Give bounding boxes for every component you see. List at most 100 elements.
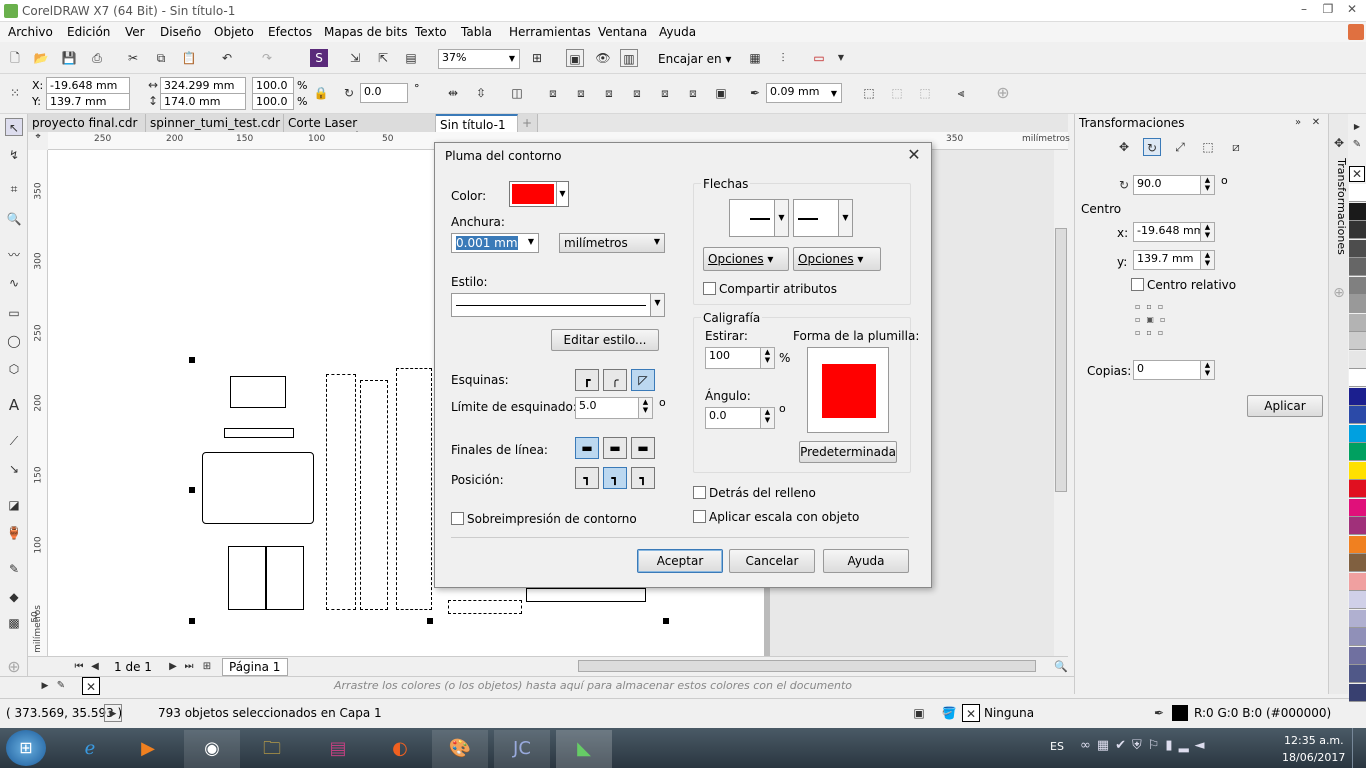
end-arrow-select[interactable]: ▼ (793, 199, 853, 237)
rotation-field[interactable]: 90.0 ▲ ▼ (1133, 175, 1215, 195)
palette-swatch[interactable] (1349, 221, 1366, 239)
language-indicator[interactable]: ES (1050, 740, 1064, 753)
overprint-checkbox[interactable] (451, 512, 464, 525)
snap-to-dropdown[interactable]: Encajar en ▾ (658, 52, 731, 66)
angle-field[interactable]: 0.0 ▲ ▼ (705, 407, 775, 429)
horizontal-scrollbar[interactable] (578, 660, 1036, 672)
corner-bevel-button[interactable]: ◸ (631, 369, 655, 391)
edit-style-button[interactable]: Editar estilo... (551, 329, 659, 351)
palette-swatch[interactable] (1349, 369, 1366, 387)
position-center-button[interactable]: ┓ (603, 467, 627, 489)
menu-herramientas[interactable]: Herramientas (509, 25, 591, 39)
scale-mode-icon[interactable]: ⤢ (1171, 138, 1189, 156)
dialog-close-icon[interactable]: ✕ (905, 146, 923, 164)
ie-icon[interactable]: ℯ (62, 730, 118, 768)
menu-tabla[interactable]: Tabla (461, 25, 492, 39)
x-position-field[interactable]: -19.648 mm (46, 77, 130, 94)
palette-scroll-up-icon[interactable]: ▶ (1348, 118, 1366, 136)
end-arrow-options-button[interactable]: Opciones ▾ (793, 247, 881, 271)
pick-tool-icon[interactable]: ↖ (5, 118, 23, 136)
launch-icon[interactable]: ▭ (810, 49, 828, 67)
help-button[interactable]: Ayuda (823, 549, 909, 573)
menu-ver[interactable]: Ver (125, 25, 145, 39)
to-back-icon[interactable]: ⬚ (888, 84, 906, 102)
palette-swatch[interactable] (1349, 572, 1366, 591)
selection-handle[interactable] (427, 618, 433, 624)
docker-add-icon[interactable]: ⊕ (1330, 284, 1348, 302)
palette-swatch[interactable] (1349, 683, 1366, 702)
rulers-icon[interactable]: ▥ (620, 49, 638, 67)
menu-texto[interactable]: Texto (415, 25, 447, 39)
drawing-part[interactable] (228, 546, 266, 610)
paste-icon[interactable]: 📋 (180, 49, 198, 67)
corel-connect-icon[interactable]: S (310, 49, 328, 67)
copy-icon[interactable]: ⧉ (152, 49, 170, 67)
show-desktop-button[interactable] (1352, 728, 1366, 768)
menu-efectos[interactable]: Efectos (268, 25, 312, 39)
rotate-mode-icon[interactable]: ↻ (1143, 138, 1161, 156)
stretch-field[interactable]: 100 ▲ ▼ (705, 347, 775, 369)
color-proof-icon[interactable]: ▣ (910, 704, 928, 722)
y-position-field[interactable]: 139.7 mm (46, 93, 130, 110)
connector-icon[interactable]: ↘ (5, 460, 23, 478)
scale-x-field[interactable]: 100.0 (252, 77, 294, 94)
convert-icon[interactable]: ⬚ (916, 84, 934, 102)
drawing-part[interactable] (202, 452, 314, 524)
tab-sin-titulo[interactable]: Sin título-1 (436, 114, 518, 132)
palette-swatch[interactable] (1349, 443, 1366, 461)
full-screen-icon[interactable]: ▣ (566, 49, 584, 67)
nib-shape-preview[interactable] (807, 347, 889, 433)
open-icon[interactable]: 📂 (32, 49, 50, 67)
zoom-to-page-icon[interactable]: ⊞ (528, 49, 546, 67)
palette-swatch[interactable] (1349, 184, 1366, 202)
weld-icon[interactable]: ⧈ (544, 84, 562, 102)
save-icon[interactable]: 💾 (60, 49, 78, 67)
docker-close-icon[interactable]: ✕ (1307, 114, 1325, 132)
share-attributes-checkbox[interactable] (703, 282, 716, 295)
selection-handle[interactable] (189, 487, 195, 493)
publish-pdf-icon[interactable]: ▤ (402, 49, 420, 67)
start-arrow-options-button[interactable]: Opciones ▾ (703, 247, 789, 271)
relative-center-checkbox[interactable] (1131, 278, 1144, 291)
eyedropper-icon[interactable]: ✎ (5, 560, 23, 578)
trim-icon[interactable]: ⧈ (572, 84, 590, 102)
palette-swatch[interactable] (1349, 202, 1366, 221)
scale-y-field[interactable]: 100.0 (252, 93, 294, 110)
end-arrow-dropdown-icon[interactable]: ▼ (838, 200, 852, 236)
crop-tool-icon[interactable]: ⌗ (5, 180, 23, 198)
eyedropper-small-icon[interactable]: ✎ (52, 677, 70, 695)
restore-button[interactable]: ❐ (1318, 2, 1338, 18)
explorer-icon[interactable]: 🗀 (244, 730, 300, 768)
export-icon[interactable]: ⇱ (374, 49, 392, 67)
status-play-icon[interactable]: ▶ (104, 704, 122, 722)
shape-tool-icon[interactable]: ↯ (5, 146, 23, 164)
align-distribute-icon[interactable]: ⫷ (952, 84, 970, 102)
behind-fill-checkbox[interactable] (693, 486, 706, 499)
palette-swatch[interactable] (1349, 461, 1366, 480)
view-mode-icon[interactable]: 👁 (594, 49, 612, 67)
selection-handle[interactable] (663, 618, 669, 624)
close-window-button[interactable]: ✕ (1342, 2, 1362, 18)
palette-swatch[interactable] (1349, 498, 1366, 517)
center-y-field[interactable]: 139.7 mm ▲ ▼ (1133, 250, 1215, 270)
cap-square-button[interactable]: ▬ (575, 437, 599, 459)
align-icon[interactable]: ⫶ (774, 49, 792, 67)
start-arrow-dropdown-icon[interactable]: ▼ (774, 200, 788, 236)
to-front-icon[interactable]: ⬚ (860, 84, 878, 102)
cap-round-button[interactable]: ▬ (603, 437, 627, 459)
mirror-h-icon[interactable]: ⇹ (444, 84, 462, 102)
docker-tab-icon[interactable]: ✥ (1330, 134, 1348, 152)
add-icon[interactable]: ⊕ (994, 84, 1012, 102)
user-icon[interactable] (1348, 24, 1364, 40)
miter-limit-field[interactable]: 5.0 ▲ ▼ (575, 397, 653, 419)
color-picker[interactable]: ▼ (509, 181, 569, 207)
zoom-tool-icon[interactable]: 🔍 (5, 210, 23, 228)
paint-icon[interactable]: 🎨 (432, 730, 488, 768)
palette-swatch[interactable] (1349, 239, 1366, 258)
mirror-v-icon[interactable]: ⇳ (472, 84, 490, 102)
scale-with-object-checkbox[interactable] (693, 510, 706, 523)
cancel-button[interactable]: Cancelar (729, 549, 815, 573)
menu-archivo[interactable]: Archivo (8, 25, 53, 39)
rectangle-tool-icon[interactable]: ▭ (5, 304, 23, 322)
options-icon[interactable]: ▦ (746, 49, 764, 67)
